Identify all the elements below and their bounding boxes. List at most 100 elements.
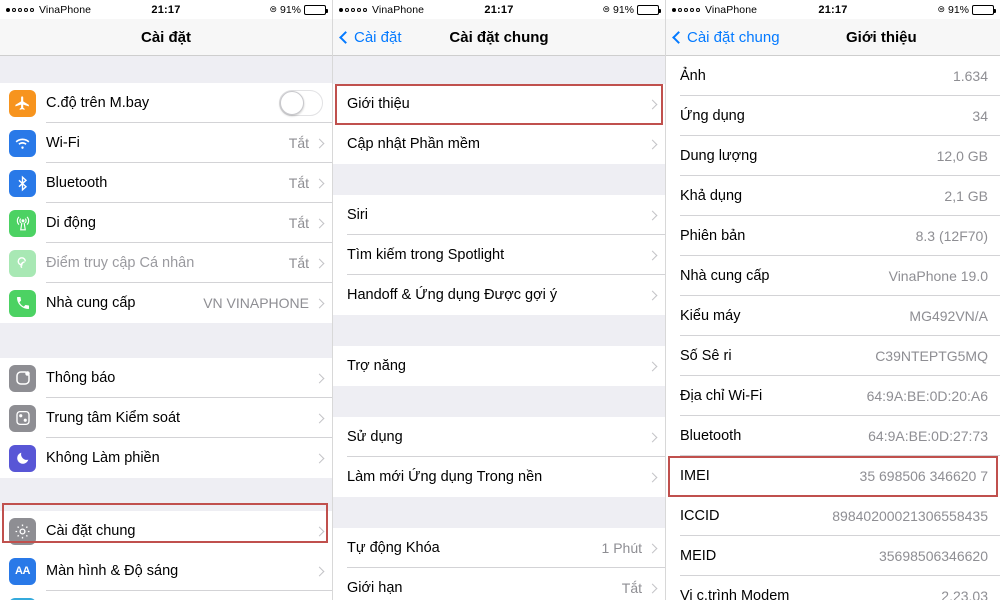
status-bar-right: ⊜ 91% xyxy=(269,3,328,16)
row-bluetooth[interactable]: Bluetooth Tắt xyxy=(0,163,332,203)
row-auto-lock[interactable]: Tự động Khóa 1 Phút xyxy=(333,528,665,568)
row-accessibility[interactable]: Trợ năng xyxy=(333,346,665,386)
row-label: Tìm kiếm trong Spotlight xyxy=(347,247,505,263)
chevron-right-icon xyxy=(314,178,325,188)
chevron-right-icon xyxy=(314,566,325,576)
row-applications[interactable]: Ứng dụng 34 xyxy=(666,96,1000,136)
row-value: Tắt xyxy=(288,255,309,271)
row-notifications[interactable]: Thông báo xyxy=(0,358,332,398)
row-airplane-mode[interactable]: C.độ trên M.bay xyxy=(0,83,332,123)
row-value: VN VINAPHONE xyxy=(203,295,309,311)
chevron-right-icon xyxy=(314,413,325,423)
row-do-not-disturb[interactable]: Không Làm phiền xyxy=(0,438,332,478)
row-model[interactable]: Kiểu máy MG492VN/A xyxy=(666,296,1000,336)
chevron-right-icon xyxy=(647,210,658,220)
row-photos[interactable]: Ảnh 1.634 xyxy=(666,56,1000,96)
row-imei[interactable]: IMEI 35 698506 346620 7 xyxy=(666,456,1000,496)
row-control-center[interactable]: Trung tâm Kiểm soát xyxy=(0,398,332,438)
panel-general: VinaPhone 21:17 ⊜ 91% Cài đặt Cài đặt ch… xyxy=(333,0,666,600)
row-value: Tắt xyxy=(288,135,309,151)
gear-icon xyxy=(9,517,36,545)
row-value: VinaPhone 19.0 xyxy=(888,268,988,284)
row-spotlight-search[interactable]: Tìm kiếm trong Spotlight xyxy=(333,235,665,275)
row-label: ICCID xyxy=(680,508,720,524)
row-personal-hotspot[interactable]: Điểm truy cập Cá nhân Tắt xyxy=(0,243,332,283)
row-value: C39NTEPTG5MQ xyxy=(875,348,988,364)
row-carrier[interactable]: Nhà cung cấp VinaPhone 19.0 xyxy=(666,256,1000,296)
bluetooth-icon xyxy=(9,169,36,197)
row-version[interactable]: Phiên bản 8.3 (12F70) xyxy=(666,216,1000,256)
row-cellular[interactable]: Di động Tắt xyxy=(0,203,332,243)
row-label: C.độ trên M.bay xyxy=(46,95,150,111)
row-general-settings[interactable]: Cài đặt chung xyxy=(0,511,332,551)
cellular-icon xyxy=(9,209,36,237)
chevron-right-icon xyxy=(314,453,325,463)
back-label: Cài đặt xyxy=(354,28,402,46)
row-value: 1.634 xyxy=(952,68,988,84)
page-title: Giới thiệu xyxy=(846,28,917,46)
row-iccid[interactable]: ICCID 89840200021306558435 xyxy=(666,496,1000,536)
row-label: Wi-Fi xyxy=(46,135,80,151)
chevron-right-icon xyxy=(647,99,658,109)
row-label: Sử dụng xyxy=(347,429,403,445)
row-modem-firmware[interactable]: Vi c.trình Modem 2.23.03 xyxy=(666,576,1000,600)
row-meid[interactable]: MEID 35698506346620 xyxy=(666,536,1000,576)
rotation-lock-icon: ⊜ xyxy=(937,4,945,14)
battery-percent-label: 91% xyxy=(279,3,301,16)
row-value: 12,0 GB xyxy=(936,148,988,164)
rotation-lock-icon: ⊜ xyxy=(602,4,610,14)
row-wifi[interactable]: Wi-Fi Tắt xyxy=(0,123,332,163)
chevron-right-icon xyxy=(314,218,325,228)
row-label: Trung tâm Kiểm soát xyxy=(46,410,181,426)
row-capacity[interactable]: Dung lượng 12,0 GB xyxy=(666,136,1000,176)
row-value: 1 Phút xyxy=(601,540,642,556)
row-value: Tắt xyxy=(288,215,309,231)
row-label: Bluetooth xyxy=(46,175,108,191)
row-label: Làm mới Ứng dụng Trong nền xyxy=(347,469,543,485)
row-label: Nhà cung cấp xyxy=(46,295,136,311)
row-label: Phiên bản xyxy=(680,228,746,244)
row-label: Giới hạn xyxy=(347,580,403,596)
chevron-right-icon xyxy=(647,250,658,260)
row-siri[interactable]: Siri xyxy=(333,195,665,235)
row-label: Ảnh xyxy=(680,68,706,84)
row-restrictions[interactable]: Giới hạn Tắt xyxy=(333,568,665,600)
row-about[interactable]: Giới thiệu xyxy=(333,84,665,124)
about-list: Ảnh 1.634 Ứng dụng 34 Dung lượng 12,0 GB… xyxy=(666,56,1000,600)
row-value: MG492VN/A xyxy=(909,308,988,324)
airplane-icon xyxy=(9,89,36,117)
status-bar-right: ⊜ 91% xyxy=(937,4,996,16)
row-label: Nhà cung cấp xyxy=(680,268,770,284)
row-software-update[interactable]: Cập nhật Phần mềm xyxy=(333,124,665,164)
row-serial-number[interactable]: Số Sê ri C39NTEPTG5MQ xyxy=(666,336,1000,376)
row-handoff[interactable]: Handoff & Ứng dụng Được gợi ý xyxy=(333,275,665,315)
page-title: Cài đặt xyxy=(140,28,191,46)
chevron-right-icon xyxy=(647,290,658,300)
row-carrier[interactable]: Nhà cung cấp VN VINAPHONE xyxy=(0,283,332,323)
moon-icon xyxy=(9,444,36,472)
row-background-app-refresh[interactable]: Làm mới Ứng dụng Trong nền xyxy=(333,457,665,497)
row-wifi-address[interactable]: Địa chỉ Wi-Fi 64:9A:BE:0D:20:A6 xyxy=(666,376,1000,416)
general-section-3: Trợ năng xyxy=(333,346,665,386)
chevron-right-icon xyxy=(314,526,325,536)
row-label: Không Làm phiền xyxy=(46,450,160,466)
chevron-left-icon xyxy=(672,30,685,44)
row-value: 35 698506 346620 7 xyxy=(859,468,988,484)
chevron-right-icon xyxy=(314,298,325,308)
row-usage[interactable]: Sử dụng xyxy=(333,417,665,457)
row-display-brightness[interactable]: AA Màn hình & Độ sáng xyxy=(0,551,332,591)
nav-bar-about: Cài đặt chung Giới thiệu xyxy=(666,19,1000,56)
row-value: 64:9A:BE:0D:20:A6 xyxy=(866,388,988,404)
back-button[interactable]: Cài đặt chung xyxy=(672,29,780,46)
nav-bar-settings: Cài đặt xyxy=(0,19,332,56)
airplane-mode-toggle[interactable] xyxy=(279,90,323,116)
row-bluetooth-address[interactable]: Bluetooth 64:9A:BE:0D:27:73 xyxy=(666,416,1000,456)
row-label: Vi c.trình Modem xyxy=(680,588,790,600)
settings-section-general: Cài đặt chung AA Màn hình & Độ sáng xyxy=(0,511,332,600)
back-button[interactable]: Cài đặt xyxy=(339,28,402,46)
row-wallpaper-partial[interactable] xyxy=(0,591,332,600)
section-gap xyxy=(333,56,665,84)
row-label: Ứng dụng xyxy=(680,108,745,124)
display-brightness-icon: AA xyxy=(9,557,36,585)
row-available[interactable]: Khả dụng 2,1 GB xyxy=(666,176,1000,216)
